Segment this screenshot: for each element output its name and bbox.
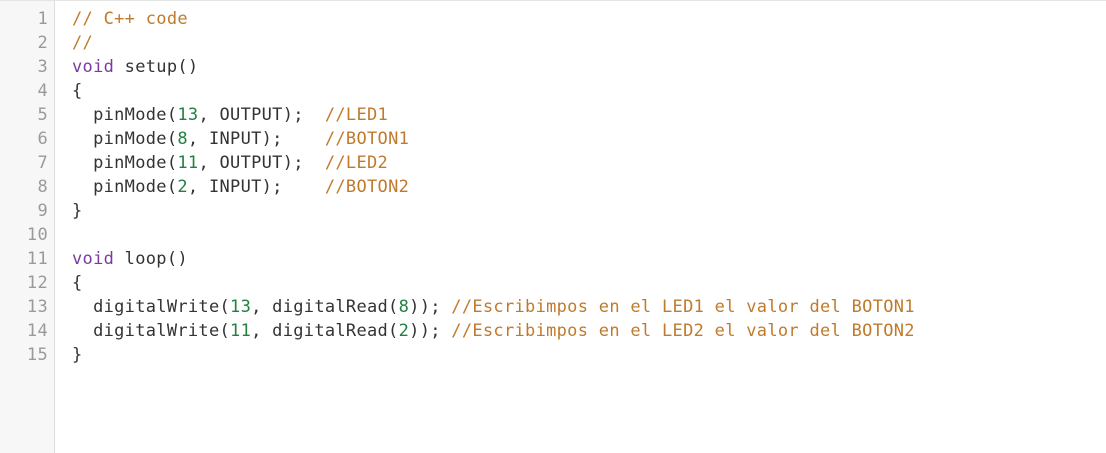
line-number: 9 — [37, 201, 48, 221]
line-number: 1 — [37, 9, 48, 29]
line-number: 7 — [37, 153, 48, 173]
code-text[interactable]: { — [72, 79, 83, 103]
code-text[interactable]: void setup() — [72, 55, 198, 79]
code-line[interactable]: 13 digitalWrite(13, digitalRead(8)); //E… — [0, 295, 1106, 319]
plain-token: , digitalRead( — [251, 321, 399, 341]
code-lines[interactable]: 1// C++ code 2//3 void setup() 4{5 pinMode(… — [0, 7, 1106, 367]
comment-token: // — [72, 33, 94, 53]
code-line[interactable]: 10 — [0, 223, 1106, 247]
plain-token: , digitalRead( — [251, 297, 399, 317]
number-token: 8 — [177, 129, 188, 149]
code-text[interactable]: digitalWrite(11, digitalRead(2)); //Escr… — [72, 319, 915, 343]
plain-token: pinMode( — [72, 153, 178, 173]
plain-token: setup() — [114, 57, 199, 77]
comment-token: //LED1 — [324, 105, 389, 125]
comment-token: //BOTON2 — [324, 177, 410, 197]
number-token: 11 — [177, 153, 199, 173]
number-token: 13 — [230, 297, 252, 317]
keyword-token: void — [72, 249, 115, 269]
code-text[interactable]: } — [72, 199, 83, 223]
line-number: 10 — [26, 225, 48, 245]
number-token: 13 — [177, 105, 199, 125]
plain-token: { — [72, 81, 83, 101]
plain-token: pinMode( — [72, 129, 178, 149]
plain-token: , INPUT); — [187, 129, 325, 149]
line-number: 2 — [37, 33, 48, 53]
line-number: 3 — [37, 57, 48, 77]
number-token: 8 — [398, 297, 410, 317]
plain-token: , INPUT); — [187, 177, 325, 197]
plain-token: digitalWrite( — [72, 297, 231, 317]
line-number: 4 — [37, 81, 48, 101]
line-number: 15 — [26, 345, 48, 365]
plain-token: } — [72, 345, 83, 365]
plain-token: )); — [409, 297, 452, 317]
comment-token: //Escribimpos en el LED2 el valor del BO… — [451, 321, 915, 341]
code-text[interactable]: // — [72, 31, 93, 55]
code-text[interactable]: // C++ code — [72, 7, 188, 31]
line-number: 5 — [37, 105, 48, 125]
line-number: 11 — [26, 249, 48, 269]
code-editor[interactable]: 1// C++ code 2//3 void setup() 4{5 pinMode(… — [0, 0, 1106, 453]
code-line[interactable]: 12 { — [0, 271, 1106, 295]
comment-token: //LED2 — [324, 153, 389, 173]
code-text[interactable]: pinMode(8, INPUT); //BOTON1 — [72, 127, 409, 151]
number-token: 11 — [230, 321, 252, 341]
code-text[interactable]: pinMode(13, OUTPUT); //LED1 — [72, 103, 388, 127]
code-line[interactable]: 2 // — [0, 31, 1106, 55]
code-line[interactable]: 14 digitalWrite(11, digitalRead(2)); //E… — [0, 319, 1106, 343]
line-number: 12 — [26, 273, 48, 293]
plain-token: pinMode( — [72, 105, 178, 125]
plain-token: pinMode( — [72, 177, 178, 197]
number-token: 2 — [177, 177, 188, 197]
code-line[interactable]: 11 void loop() — [0, 247, 1106, 271]
plain-token: loop() — [114, 249, 188, 269]
code-line[interactable]: 15} — [0, 343, 1106, 367]
code-line[interactable]: 3 void setup() — [0, 55, 1106, 79]
code-line[interactable]: 7 pinMode(11, OUTPUT); //LED2 — [0, 151, 1106, 175]
code-text[interactable]: pinMode(11, OUTPUT); //LED2 — [72, 151, 388, 175]
code-text[interactable]: digitalWrite(13, digitalRead(8)); //Escr… — [72, 295, 915, 319]
code-line[interactable]: 5 pinMode(13, OUTPUT); //LED1 — [0, 103, 1106, 127]
line-number: 13 — [26, 297, 48, 317]
comment-token: //Escribimpos en el LED1 el valor del BO… — [451, 297, 915, 317]
line-number: 6 — [37, 129, 48, 149]
number-token: 2 — [398, 321, 410, 341]
plain-token: } — [72, 201, 83, 221]
code-line[interactable]: 4{ — [0, 79, 1106, 103]
plain-token: , OUTPUT); — [198, 153, 325, 173]
line-number: 14 — [26, 321, 48, 341]
code-text[interactable]: } — [72, 343, 83, 367]
line-number: 8 — [37, 177, 48, 197]
plain-token: { — [72, 273, 83, 293]
keyword-token: void — [72, 57, 115, 77]
code-text[interactable]: void loop() — [72, 247, 188, 271]
plain-token: , OUTPUT); — [198, 105, 325, 125]
code-text[interactable]: pinMode(2, INPUT); //BOTON2 — [72, 175, 409, 199]
code-line[interactable]: 9} — [0, 199, 1106, 223]
comment-token: // C++ code — [72, 9, 188, 29]
plain-token: )); — [409, 321, 452, 341]
code-line[interactable]: 1 // C++ code — [0, 7, 1106, 31]
comment-token: //BOTON1 — [324, 129, 410, 149]
code-line[interactable]: 8 pinMode(2, INPUT); //BOTON2 — [0, 175, 1106, 199]
code-line[interactable]: 6 pinMode(8, INPUT); //BOTON1 — [0, 127, 1106, 151]
plain-token: digitalWrite( — [72, 321, 231, 341]
code-text[interactable]: { — [72, 271, 83, 295]
